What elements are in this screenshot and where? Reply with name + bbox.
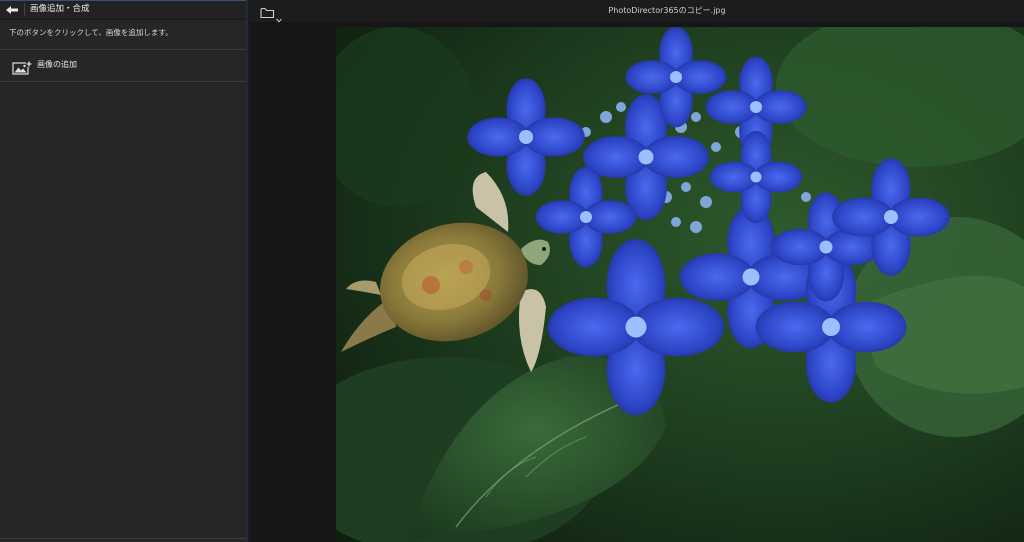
panel-bottom-divider (0, 538, 246, 539)
photo-canvas[interactable] (336, 27, 1024, 542)
file-name: PhotoDirector365のコピー.jpg (608, 6, 726, 15)
back-button[interactable] (0, 0, 24, 19)
section-divider (0, 49, 246, 50)
panel-header: 画像追加・合成 (0, 0, 246, 20)
panel-instruction: 下のボタンをクリックして、画像を追加します。 (9, 28, 173, 37)
section-divider (0, 81, 246, 82)
panel-title: 画像追加・合成 (30, 4, 90, 14)
app-window: 画像追加・合成 下のボタンをクリックして、画像を追加します。 画像の追加 Pho… (0, 0, 1024, 542)
header-divider (24, 3, 25, 16)
add-image-button[interactable]: 画像の追加 (0, 51, 246, 80)
header-accent-line (0, 0, 246, 1)
add-image-icon (12, 60, 32, 75)
left-panel: 画像追加・合成 下のボタンをクリックして、画像を追加します。 画像の追加 (0, 0, 246, 542)
add-image-label: 画像の追加 (37, 60, 77, 69)
top-bar: PhotoDirector365のコピー.jpg (250, 0, 1024, 23)
canvas-area (250, 23, 1024, 542)
panel-separator[interactable] (246, 0, 248, 542)
back-arrow-icon (5, 5, 19, 15)
